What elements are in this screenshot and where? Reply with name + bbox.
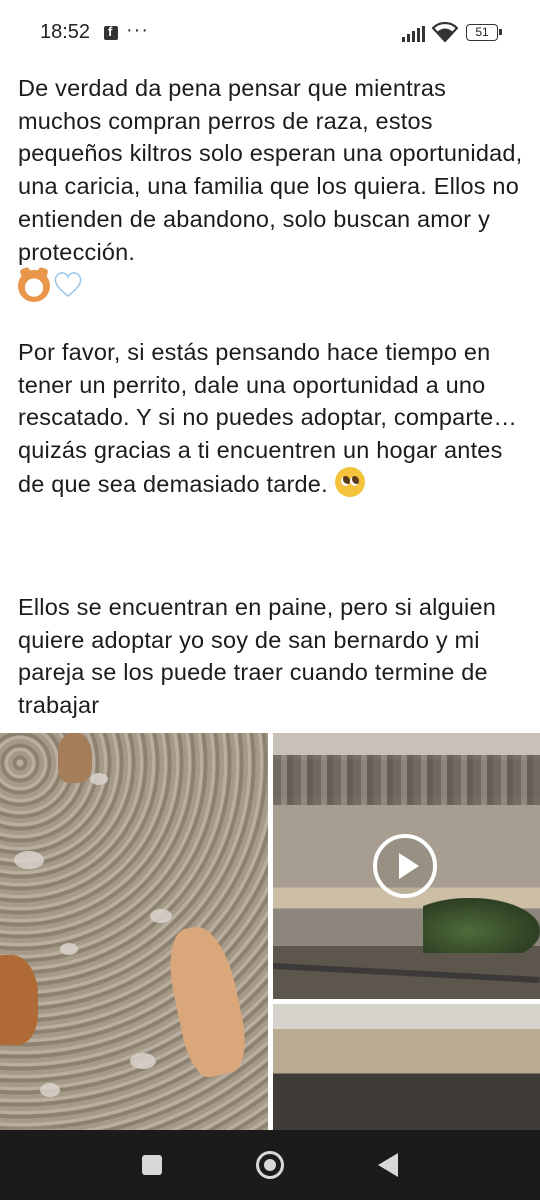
photo-dogs-on-gravel[interactable] bbox=[0, 733, 268, 1130]
paragraph-1-text: De verdad da pena pensar que mientras mu… bbox=[18, 75, 530, 265]
paragraph-1-emojis bbox=[18, 270, 523, 303]
pleading-face-emoji bbox=[334, 466, 365, 497]
signal-icon bbox=[402, 26, 425, 42]
paragraph-3-text: Ellos se encuentran en paine, pero si al… bbox=[18, 594, 503, 719]
wifi-icon bbox=[432, 22, 458, 42]
dog-face-emoji bbox=[18, 270, 50, 303]
white-heart-emoji bbox=[53, 270, 83, 298]
dog-tan bbox=[161, 921, 253, 1081]
dog-top bbox=[58, 733, 92, 783]
post-paragraph-3: Ellos se encuentran en paine, pero si al… bbox=[18, 591, 523, 722]
photo-field-distance[interactable] bbox=[273, 1004, 540, 1130]
play-button[interactable] bbox=[373, 834, 437, 898]
home-button[interactable] bbox=[256, 1151, 284, 1179]
media-grid bbox=[0, 733, 540, 1130]
status-time: 18:52 bbox=[40, 21, 91, 43]
facebook-icon bbox=[104, 24, 118, 40]
post-paragraph-1: De verdad da pena pensar que mientras mu… bbox=[18, 72, 530, 303]
paragraph-2-text: Por favor, si estás pensando hace tiempo… bbox=[18, 339, 524, 497]
back-button[interactable] bbox=[378, 1153, 398, 1177]
battery-icon: 51 bbox=[466, 24, 502, 41]
dog-brown bbox=[0, 955, 38, 1045]
video-dogs-in-field[interactable] bbox=[273, 733, 540, 999]
status-bar: 18:52 ··· 51 bbox=[0, 0, 540, 66]
system-nav-bar bbox=[0, 1130, 540, 1200]
more-dots-icon: ··· bbox=[126, 19, 149, 41]
post-paragraph-2: Por favor, si estás pensando hace tiempo… bbox=[18, 336, 523, 501]
recents-button[interactable] bbox=[142, 1155, 162, 1175]
